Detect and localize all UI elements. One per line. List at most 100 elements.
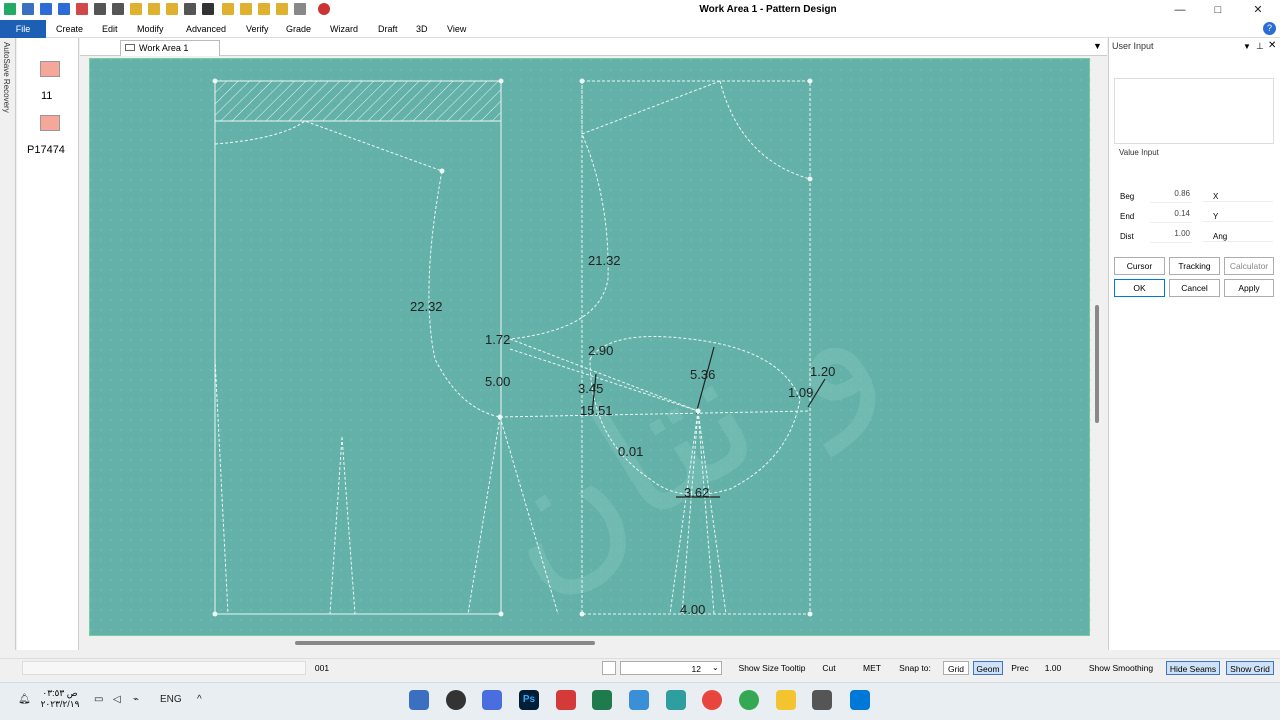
tool-icon[interactable]	[94, 3, 106, 15]
menu-edit[interactable]: Edit	[96, 20, 124, 38]
beg-label: Beg	[1120, 192, 1135, 201]
dist-field[interactable]: 1.00	[1150, 229, 1192, 243]
piece-swatch[interactable]	[40, 115, 60, 131]
menu-grade[interactable]: Grade	[280, 20, 317, 38]
photoshop-app-icon[interactable]: Ps	[519, 690, 539, 710]
show-smoothing-button[interactable]: Show Smoothing	[1083, 661, 1159, 675]
menu-view[interactable]: View	[441, 20, 472, 38]
tool-icon[interactable]	[76, 3, 88, 15]
app-icon[interactable]	[556, 690, 576, 710]
line-tool-icon[interactable]	[202, 3, 214, 15]
volume-icon[interactable]: ◁	[113, 694, 121, 705]
calculator-button[interactable]: Calculator	[1224, 257, 1274, 275]
excel-app-icon[interactable]	[592, 690, 612, 710]
windows-start-icon[interactable]	[850, 690, 870, 710]
show-grid-button[interactable]: Show Grid	[1226, 661, 1274, 675]
network-icon[interactable]: ⌁	[133, 694, 139, 705]
record-icon[interactable]	[318, 3, 330, 15]
size-select[interactable]: 12	[620, 661, 722, 675]
chevron-down-icon[interactable]: ▼	[1243, 42, 1251, 51]
status-code: 001	[314, 663, 330, 673]
chevron-down-icon[interactable]: ▼	[1093, 41, 1102, 51]
tool-icon[interactable]	[222, 3, 234, 15]
measure-label: 22.32	[410, 299, 443, 314]
battery-icon[interactable]: ▭	[94, 694, 103, 705]
horizontal-scroll-thumb[interactable]	[295, 641, 595, 645]
notification-icon[interactable]: 🔔︎	[18, 694, 31, 705]
vertical-scroll-thumb[interactable]	[1095, 305, 1099, 423]
user-input-title: User Input	[1112, 41, 1154, 51]
beg-field[interactable]: 0.86	[1150, 189, 1192, 203]
tool-icon[interactable]	[184, 3, 196, 15]
clock[interactable]: ص ٠٣:٥٣ ٢٠٢٣/٢/١٩	[36, 688, 84, 710]
tab-work-area-1[interactable]: Work Area 1	[120, 40, 220, 56]
chrome-app-icon[interactable]	[702, 690, 722, 710]
redo-icon[interactable]	[58, 3, 70, 15]
cut-button[interactable]: Cut	[818, 661, 840, 675]
maximize-button[interactable]: □	[1198, 0, 1238, 20]
tracking-button[interactable]: Tracking	[1169, 257, 1220, 275]
y-field[interactable]: Y	[1203, 212, 1273, 222]
calculator-app-icon[interactable]	[409, 690, 429, 710]
tool-icon[interactable]	[258, 3, 270, 15]
apply-button[interactable]: Apply	[1224, 279, 1274, 297]
tool-icon[interactable]	[130, 3, 142, 15]
prec-button[interactable]: Prec	[1008, 661, 1032, 675]
save-icon[interactable]	[22, 3, 34, 15]
tool-icon[interactable]	[166, 3, 178, 15]
chevron-up-icon[interactable]: ^	[197, 694, 202, 705]
tool-icon[interactable]	[112, 3, 124, 15]
menu-verify[interactable]: Verify	[240, 20, 275, 38]
close-button[interactable]: ✕	[1238, 0, 1278, 20]
menu-create[interactable]: Create	[50, 20, 89, 38]
hide-seams-button[interactable]: Hide Seams	[1166, 661, 1220, 675]
obs-app-icon[interactable]	[446, 690, 466, 710]
ang-field[interactable]: Ang	[1203, 232, 1273, 242]
input-preview-box	[1114, 78, 1274, 144]
pin-icon[interactable]: ⊥	[1256, 41, 1264, 52]
tool-icon[interactable]	[240, 3, 252, 15]
app-icon[interactable]	[482, 690, 502, 710]
menu-wizard[interactable]: Wizard	[324, 20, 364, 38]
status-message	[22, 661, 306, 675]
menu-3d[interactable]: 3D	[410, 20, 434, 38]
piece-label: 11	[41, 90, 53, 102]
measure-label: 5.00	[485, 374, 510, 389]
x-field[interactable]: X	[1203, 192, 1273, 202]
language-indicator[interactable]: ENG	[160, 694, 182, 705]
show-size-tooltip-button[interactable]: Show Size Tooltip	[733, 661, 811, 675]
tool-icon[interactable]	[294, 3, 306, 15]
close-icon[interactable]: ✕	[1268, 40, 1276, 51]
piece-swatch[interactable]	[40, 61, 60, 77]
tool-icon[interactable]	[148, 3, 160, 15]
size-color-box[interactable]	[602, 661, 616, 675]
undo-icon[interactable]	[40, 3, 52, 15]
hatched-waistband[interactable]	[214, 80, 502, 122]
cursor-button[interactable]: Cursor	[1114, 257, 1165, 275]
menu-bar: File Create Edit Modify Advanced Verify …	[0, 20, 1280, 38]
help-icon[interactable]: ?	[1263, 22, 1276, 35]
cancel-button[interactable]: Cancel	[1169, 279, 1220, 297]
chevron-down-icon[interactable]: ⌄	[712, 663, 719, 672]
snap-to-label: Snap to:	[899, 663, 931, 673]
menu-advanced[interactable]: Advanced	[180, 20, 232, 38]
chrome-app-icon[interactable]	[739, 690, 759, 710]
pattern-drawing[interactable]: و نتان 22.32 21.32 1.72 2.90 5.00 3.45 1…	[90, 59, 1091, 637]
menu-modify[interactable]: Modify	[131, 20, 170, 38]
menu-draft[interactable]: Draft	[372, 20, 404, 38]
tool-icon[interactable]	[276, 3, 288, 15]
end-field[interactable]: 0.14	[1150, 209, 1192, 223]
grid-snap-button[interactable]: Grid	[943, 661, 969, 675]
ok-button[interactable]: OK	[1114, 279, 1165, 297]
app-icon[interactable]	[629, 690, 649, 710]
menu-file[interactable]: File	[0, 20, 46, 38]
measure-label: 1.72	[485, 332, 510, 347]
geom-snap-button[interactable]: Geom	[973, 661, 1003, 675]
drawing-canvas[interactable]: و نتان 22.32 21.32 1.72 2.90 5.00 3.45 1…	[89, 58, 1091, 637]
file-explorer-icon[interactable]	[776, 690, 796, 710]
app-icon[interactable]	[812, 690, 832, 710]
pattern-design-app-icon[interactable]	[666, 690, 686, 710]
met-button[interactable]: MET	[858, 661, 886, 675]
autosave-recovery-tab[interactable]: AutoSave Recovery	[2, 42, 11, 113]
minimize-button[interactable]: —	[1160, 0, 1200, 20]
